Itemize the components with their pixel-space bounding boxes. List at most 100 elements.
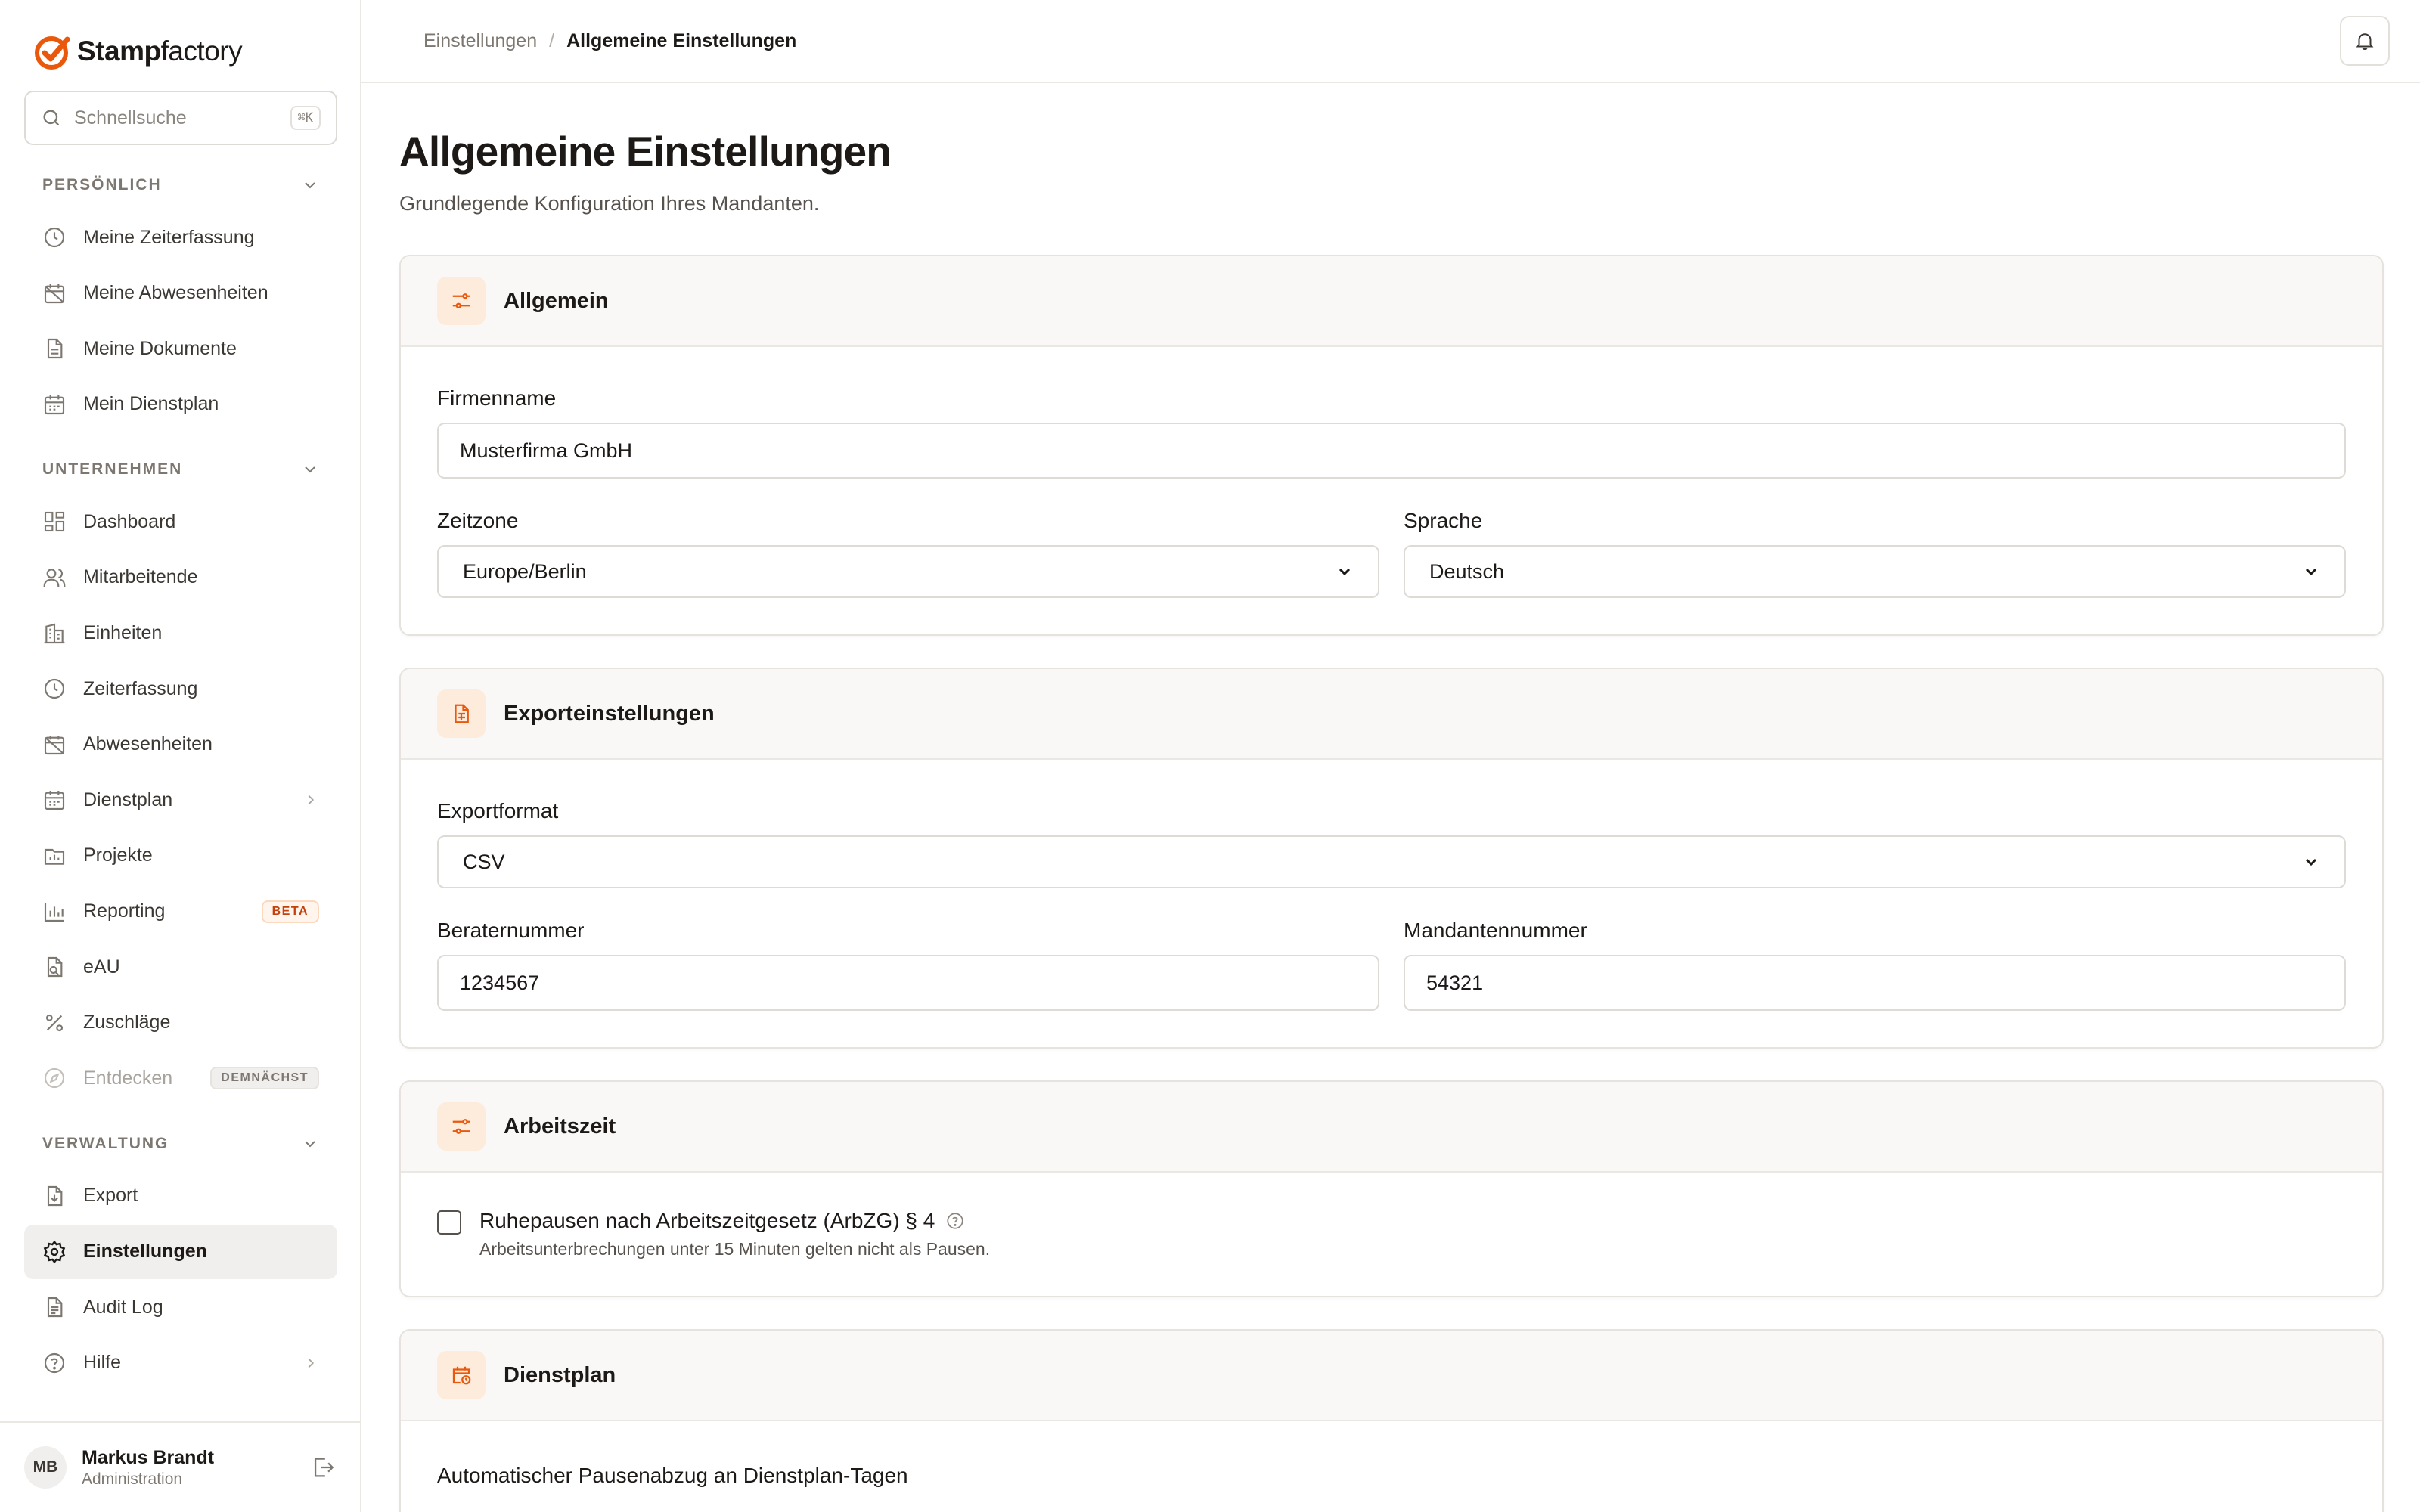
page-subtitle: Grundlegende Konfiguration Ihres Mandant… <box>399 192 820 215</box>
sidebar: Stampfactory ⌘K PERSÖNLICH Meine Zeiterf… <box>0 0 361 1512</box>
company-name-label: Firmenname <box>437 386 557 410</box>
advisor-number-label: Beraternummer <box>437 919 585 942</box>
advisor-number-input[interactable] <box>437 955 1379 1011</box>
breadcrumb-separator: / <box>549 29 555 51</box>
beta-badge: BETA <box>261 900 319 923</box>
section-header-company[interactable]: UNTERNEHMEN <box>24 445 337 494</box>
brand-name: Stampfactory <box>77 36 243 67</box>
help-icon <box>44 1352 65 1373</box>
breadcrumb-parent[interactable]: Einstellungen <box>424 30 537 52</box>
sidebar-item-my-time-tracking[interactable]: Meine Zeiterfassung <box>24 210 337 265</box>
chevron-down-icon <box>2305 858 2317 866</box>
card-header: Exporteinstellungen <box>401 669 2382 760</box>
clock-icon <box>44 679 65 699</box>
file-check-icon <box>47 957 63 978</box>
logo-icon <box>35 36 70 70</box>
document-icon <box>47 339 63 359</box>
chevron-down-icon <box>305 1141 315 1148</box>
language-select[interactable]: Deutsch <box>1404 545 2346 598</box>
client-number-label: Mandantennummer <box>1404 919 1587 942</box>
card-header: Arbeitszeit <box>401 1082 2382 1173</box>
folder-icon <box>44 848 65 865</box>
users-icon <box>43 569 66 587</box>
sidebar-item-projects[interactable]: Projekte <box>24 829 337 883</box>
sidebar-item-roster[interactable]: Dienstplan <box>24 773 337 827</box>
calendar-clock-icon <box>452 1366 471 1385</box>
bar-chart-icon <box>44 902 64 922</box>
dashboard-icon <box>44 512 65 532</box>
file-export-icon <box>47 1185 63 1206</box>
calendar-icon <box>44 791 65 810</box>
log-icon <box>47 1297 63 1318</box>
sidebar-item-dashboard[interactable]: Dashboard <box>24 494 337 549</box>
chevron-right-icon <box>308 1358 315 1368</box>
quick-search[interactable]: ⌘K <box>24 91 337 145</box>
brand-logo[interactable]: Stampfactory <box>32 30 243 73</box>
sidebar-item-surcharges[interactable]: Zuschläge <box>24 996 337 1050</box>
calendar-off-icon <box>44 284 65 303</box>
help-icon[interactable] <box>945 1211 965 1231</box>
notifications-button[interactable] <box>2340 16 2390 66</box>
sidebar-item-employees[interactable]: Mitarbeitende <box>24 550 337 605</box>
sidebar-item-discover[interactable]: Entdecken DEMNÄCHST <box>24 1051 337 1105</box>
user-profile: MB Markus Brandt Administration <box>0 1421 360 1512</box>
sidebar-item-export[interactable]: Export <box>24 1169 337 1223</box>
user-name: Markus Brandt <box>82 1446 215 1468</box>
chevron-down-icon <box>2305 568 2317 576</box>
timezone-select[interactable]: Europe/Berlin <box>437 545 1379 598</box>
bell-icon <box>2356 33 2374 50</box>
language-label: Sprache <box>1404 509 1483 532</box>
top-bar: Einstellungen / Allgemeine Einstellungen <box>361 0 2420 83</box>
gear-icon <box>43 1240 66 1263</box>
card-title: Dienstplan <box>504 1362 616 1387</box>
sidebar-item-help[interactable]: Hilfe <box>24 1336 337 1390</box>
search-input[interactable] <box>74 107 271 129</box>
worktime-settings-card: Arbeitszeit Ruhepausen nach Arbeitszeitg… <box>399 1080 2384 1297</box>
file-spreadsheet-icon <box>455 704 469 723</box>
sidebar-item-my-absences[interactable]: Meine Abwesenheiten <box>24 266 337 321</box>
search-icon <box>43 110 60 126</box>
chevron-down-icon <box>1339 568 1351 576</box>
export-settings-card: Exporteinstellungen Exportformat CSV Ber… <box>399 668 2384 1049</box>
sidebar-item-absences[interactable]: Abwesenheiten <box>24 717 337 772</box>
building-icon <box>44 623 65 643</box>
sidebar-item-my-documents[interactable]: Meine Dokumente <box>24 321 337 376</box>
timezone-label: Zeitzone <box>437 509 519 532</box>
coming-soon-badge: DEMNÄCHST <box>210 1067 319 1090</box>
page-title: Allgemeine Einstellungen <box>399 128 892 175</box>
card-title: Allgemein <box>504 288 609 313</box>
sidebar-item-eau[interactable]: eAU <box>24 940 337 994</box>
client-number-input[interactable] <box>1404 955 2346 1011</box>
user-role: Administration <box>82 1470 183 1488</box>
card-header: Allgemein <box>401 256 2382 347</box>
section-header-personal[interactable]: PERSÖNLICH <box>24 160 337 210</box>
sidebar-item-time-tracking[interactable]: Zeiterfassung <box>24 662 337 716</box>
sidebar-item-audit-log[interactable]: Audit Log <box>24 1280 337 1334</box>
export-format-select[interactable]: CSV <box>437 835 2346 888</box>
auto-break-label: Automatischer Pausenabzug an Dienstplan-… <box>437 1464 908 1487</box>
search-shortcut: ⌘K <box>290 106 321 130</box>
sidebar-item-my-roster[interactable]: Mein Dienstplan <box>24 377 337 432</box>
general-settings-card: Allgemein Firmenname Zeitzone Europe/Ber… <box>399 255 2384 636</box>
sidebar-item-units[interactable]: Einheiten <box>24 606 337 661</box>
sliders-icon <box>452 1119 470 1134</box>
chevron-down-icon <box>305 182 315 189</box>
clock-icon <box>44 227 65 248</box>
chevron-down-icon <box>305 466 315 473</box>
section-header-administration[interactable]: VERWALTUNG <box>24 1119 337 1169</box>
company-name-input[interactable] <box>437 423 2346 479</box>
card-title: Exporteinstellungen <box>504 701 715 726</box>
avatar[interactable]: MB <box>24 1446 67 1489</box>
sidebar-item-reporting[interactable]: Reporting BETA <box>24 885 337 939</box>
logout-icon[interactable] <box>310 1455 336 1480</box>
breadcrumb-current: Allgemeine Einstellungen <box>566 29 797 51</box>
sliders-icon <box>452 293 470 308</box>
chevron-right-icon <box>308 795 315 805</box>
calendar-icon <box>44 395 65 414</box>
sidebar-nav: PERSÖNLICH Meine Zeiterfassung Meine Abw… <box>24 160 337 1391</box>
sidebar-item-settings[interactable]: Einstellungen <box>24 1224 337 1279</box>
settings-page: Allgemeine Einstellungen Grundlegende Ko… <box>361 83 2420 1512</box>
calendar-off-icon <box>44 735 65 754</box>
arbzg-breaks-checkbox[interactable] <box>437 1210 461 1235</box>
arbzg-breaks-label[interactable]: Ruhepausen nach Arbeitszeitgesetz (ArbZG… <box>479 1209 935 1233</box>
